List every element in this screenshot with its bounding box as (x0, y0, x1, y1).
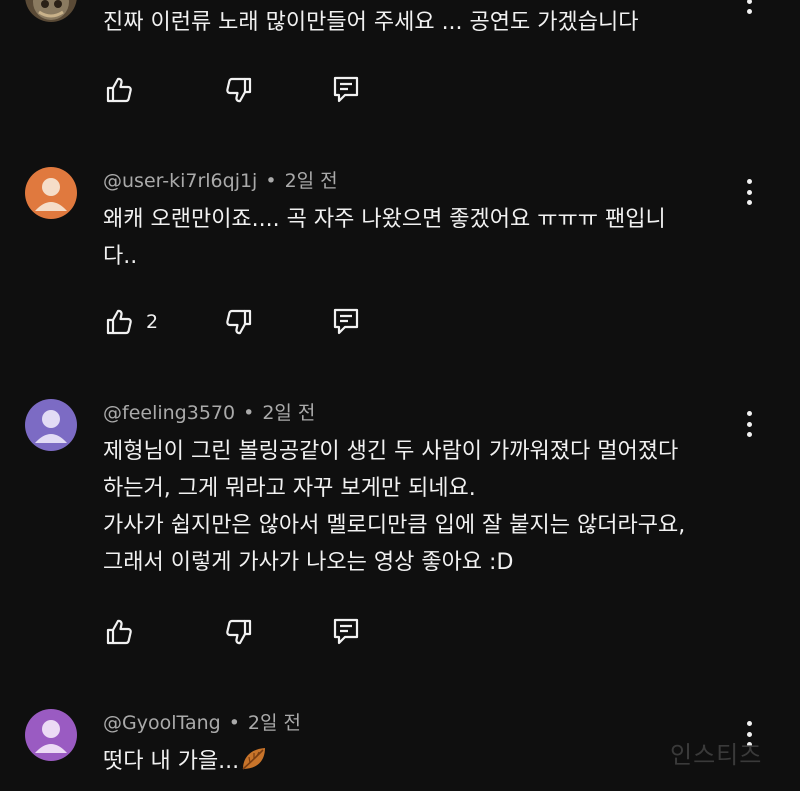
comment-actions: 2 (104, 307, 404, 339)
thumbs-up-icon[interactable] (104, 307, 134, 337)
reply-comment-icon[interactable] (332, 307, 362, 337)
comment-text: 진짜 이런류 노래 많이만들어 주세요 ... 공연도 가겠습니다 (103, 4, 743, 41)
comment-item: @user-ki7rl6qj1j • 2일 전 왜캐 오랜만이죠.... 곡 자주 … (0, 166, 800, 346)
avatar[interactable] (25, 709, 77, 761)
fallen-leaf-emoji (239, 745, 269, 773)
reply-comment-icon[interactable] (332, 75, 362, 105)
meta-separator: • (228, 712, 240, 734)
comment-text-line: 그래서 이렇게 가사가 나오는 영상 좋아요 :D (103, 550, 514, 575)
meta-separator: • (265, 170, 277, 192)
comment-text-line: 제형님이 그린 볼링공같이 생긴 두 사람이 가까워졌다 멀어졌다 (103, 439, 679, 464)
comment-time: 2일 전 (262, 402, 316, 424)
watermark: 인스티즈 (670, 741, 763, 769)
comment-text-span: 떳다 내 가을... (103, 749, 240, 774)
comment-time: 2일 전 (284, 170, 338, 192)
thumbs-down-icon[interactable] (224, 307, 254, 337)
avatar[interactable] (25, 167, 77, 219)
thumbs-up-icon[interactable] (104, 617, 134, 647)
comment-item: @feeling3570 • 2일 전 제형님이 그린 볼링공같이 생긴 두 사람이… (0, 398, 800, 658)
reply-comment-icon[interactable] (332, 617, 362, 647)
comment-text-line: 떳다 내 가을... (103, 743, 743, 780)
comment-item: 진짜 이런류 노래 많이만들어 주세요 ... 공연도 가겠습니다 (0, 0, 800, 130)
comment-text-line: 왜캐 오랜만이죠.... 곡 자주 나왔으면 좋겠어요 ㅠㅠㅠ 팬입니 (103, 207, 666, 232)
more-vert-icon[interactable] (738, 0, 760, 16)
comment-text-line: 가사가 쉽지만은 않아서 멜로디만큼 입에 잘 붙지는 않더라구요, (103, 513, 686, 538)
comment-meta: @user-ki7rl6qj1j • 2일 전 (103, 168, 338, 194)
comment-text: 제형님이 그린 볼링공같이 생긴 두 사람이 가까워졌다 멀어졌다 하는거, 그… (103, 433, 743, 581)
comment-time: 2일 전 (247, 712, 302, 734)
comment-text: 왜캐 오랜만이죠.... 곡 자주 나왔으면 좋겠어요 ㅠㅠㅠ 팬입니 다.. (103, 201, 743, 275)
comment-meta: @feeling3570 • 2일 전 (103, 400, 315, 426)
comment-author[interactable]: @user-ki7rl6qj1j (103, 170, 257, 192)
comment-text: 떳다 내 가을... (103, 743, 743, 780)
like-count: 2 (146, 311, 159, 333)
comment-actions (104, 617, 404, 649)
avatar[interactable] (25, 399, 77, 451)
comment-author[interactable]: @feeling3570 (103, 402, 235, 424)
comment-text-line: 하는거, 그게 뭐라고 자꾸 보게만 되네요. (103, 476, 476, 501)
meta-separator: • (243, 402, 255, 424)
thumbs-down-icon[interactable] (224, 75, 254, 105)
comment-author[interactable]: @GyoolTang (103, 712, 221, 734)
avatar[interactable] (25, 0, 77, 22)
comment-meta: @GyoolTang • 2일 전 (103, 710, 301, 736)
comment-text-line: 진짜 이런류 노래 많이만들어 주세요 ... 공연도 가겠습니다 (103, 10, 639, 35)
comment-actions (104, 75, 404, 107)
thumbs-up-icon[interactable] (104, 75, 134, 105)
thumbs-down-icon[interactable] (224, 617, 254, 647)
comment-text-line: 다.. (103, 244, 138, 269)
